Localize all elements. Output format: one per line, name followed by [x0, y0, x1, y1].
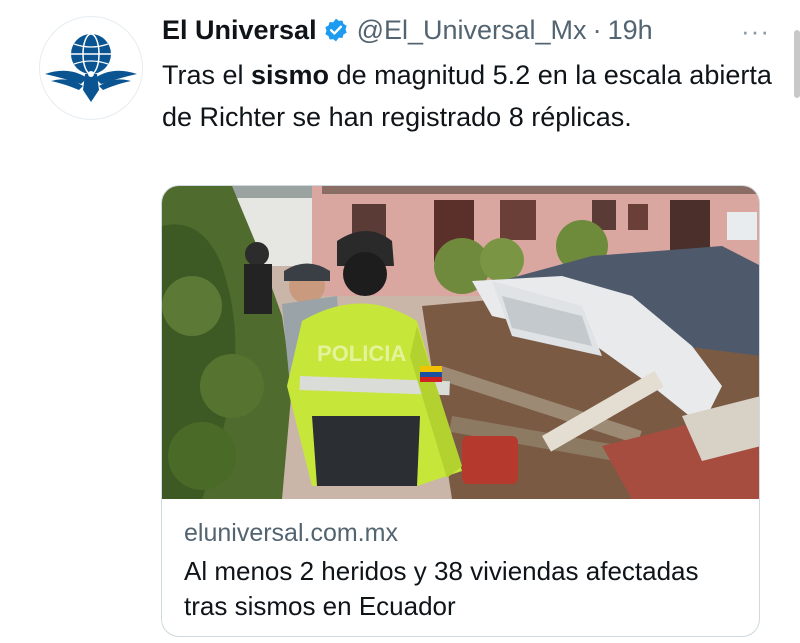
avatar[interactable]	[39, 16, 143, 120]
author-handle[interactable]: @El_Universal_Mx	[357, 15, 587, 46]
vest-text: POLICIA	[317, 341, 406, 366]
card-image[interactable]: POLICIA	[162, 186, 760, 499]
tweet-text-start: Tras el	[162, 60, 252, 90]
verified-badge-icon	[323, 17, 349, 43]
tweet-text-bold[interactable]: sismo	[251, 60, 329, 90]
separator-dot: ·	[592, 14, 602, 45]
tweet-text: Tras el sismo de magnitud 5.2 en la esca…	[162, 54, 772, 138]
card-domain[interactable]: eluniversal.com.mx	[184, 516, 739, 550]
card-title[interactable]: Al menos 2 heridos y 38 viviendas afecta…	[184, 554, 739, 624]
link-card[interactable]: POLICIA eluniversal.com.mx Al menos 2 he…	[161, 185, 760, 637]
author-name[interactable]: El Universal	[162, 15, 317, 46]
el-universal-logo-icon	[45, 33, 137, 102]
tweet-time[interactable]: 19h	[608, 15, 653, 46]
more-options-icon[interactable]: ···	[741, 16, 770, 47]
card-meta: eluniversal.com.mx Al menos 2 heridos y …	[184, 516, 739, 624]
tweet-header: El Universal @El_Universal_Mx · 19h ···	[162, 10, 770, 50]
scrollbar[interactable]	[794, 30, 800, 98]
